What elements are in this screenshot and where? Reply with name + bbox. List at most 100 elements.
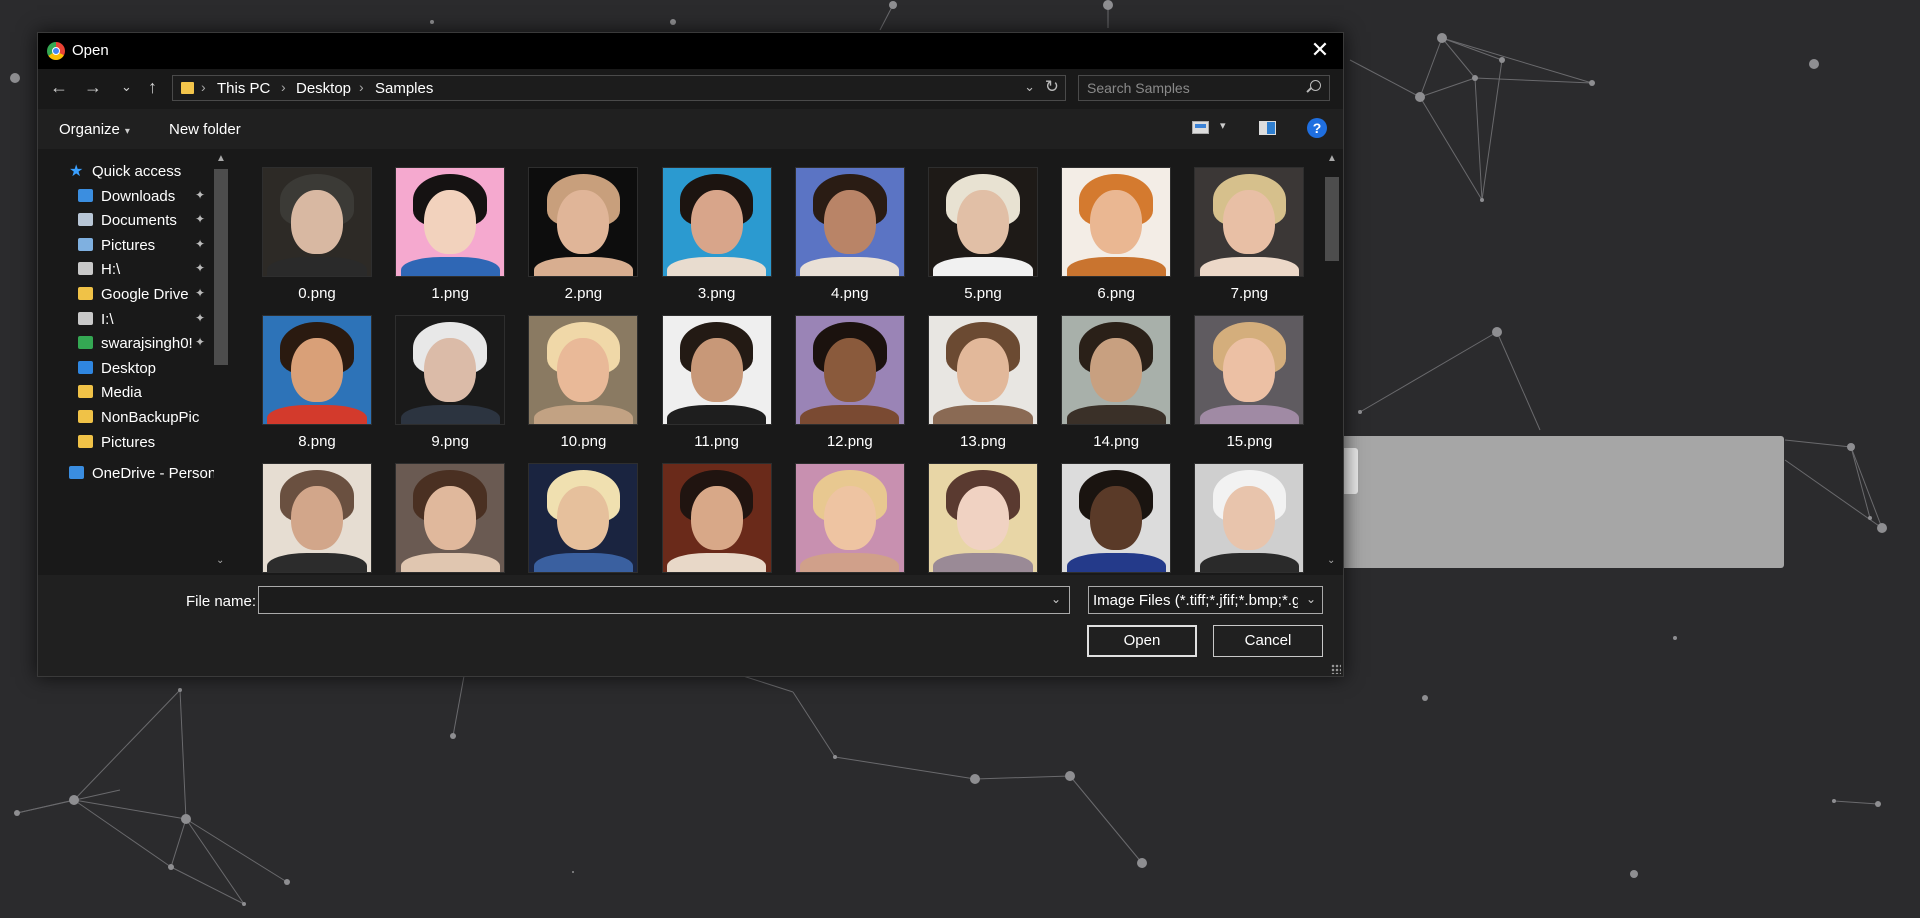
- file-item[interactable]: [1194, 463, 1305, 575]
- sidebar-item[interactable]: Documents ✦: [38, 208, 218, 234]
- file-item[interactable]: 10.png: [528, 315, 639, 457]
- search-icon[interactable]: [1310, 80, 1321, 91]
- file-item[interactable]: 15.png: [1194, 315, 1305, 457]
- portrait-face: [424, 485, 477, 551]
- sidebar-item[interactable]: Downloads ✦: [38, 184, 218, 210]
- change-view-icon[interactable]: [1192, 121, 1209, 134]
- pin-icon[interactable]: ✦: [195, 212, 205, 226]
- portrait-face: [690, 189, 743, 255]
- file-list: ▲ ⌄ 0.png 1.png 2.png 3.png 4.png 5.png 6.png 7…: [232, 149, 1343, 575]
- forward-arrow-icon[interactable]: →: [84, 77, 102, 97]
- help-icon[interactable]: ?: [1307, 118, 1327, 138]
- sidebar-item[interactable]: Media: [38, 380, 218, 406]
- breadcrumb-separator: ›: [201, 79, 206, 95]
- new-folder-button[interactable]: New folder: [169, 121, 241, 138]
- image-thumbnail: [262, 167, 372, 277]
- sidebar-item[interactable]: NonBackupPictu: [38, 405, 218, 431]
- organize-button[interactable]: Organize ▾: [59, 121, 130, 138]
- sidebar-item[interactable]: Google Drive ✦: [38, 282, 218, 308]
- sidebar-item-label: H:\: [101, 261, 121, 279]
- file-item[interactable]: 14.png: [1061, 315, 1172, 457]
- pin-icon[interactable]: ✦: [195, 261, 205, 275]
- pin-icon[interactable]: ✦: [195, 237, 205, 251]
- file-name: 8.png: [298, 433, 336, 450]
- file-item[interactable]: 2.png: [528, 167, 639, 309]
- google-drive-icon: [78, 336, 93, 350]
- network-drive-icon: [78, 262, 93, 276]
- pin-icon[interactable]: ✦: [195, 311, 205, 325]
- address-bar[interactable]: › This PC › Desktop › Samples ⌄ ↻: [172, 75, 1066, 101]
- sidebar-item-label: Pictures: [101, 236, 156, 254]
- sidebar-item-label: I:\: [101, 310, 114, 328]
- breadcrumb-this-pc[interactable]: This PC: [217, 80, 270, 97]
- file-name-input[interactable]: [259, 587, 1051, 613]
- file-item[interactable]: 13.png: [928, 315, 1038, 457]
- file-item[interactable]: 4.png: [794, 167, 905, 309]
- file-item[interactable]: 0.png: [262, 167, 372, 309]
- file-item[interactable]: 8.png: [262, 315, 372, 457]
- pictures-icon: [78, 237, 93, 251]
- file-item[interactable]: [1061, 463, 1172, 575]
- recent-locations-chevron-icon[interactable]: ⌄: [121, 77, 132, 97]
- breadcrumb-samples[interactable]: Samples: [375, 80, 433, 97]
- portrait-shoulders: [933, 404, 1033, 424]
- scroll-down-icon[interactable]: ⌄: [216, 555, 224, 566]
- file-name-dropdown-icon[interactable]: ⌄: [1051, 592, 1061, 606]
- view-options-caret-icon[interactable]: ▾: [1220, 119, 1226, 132]
- file-item[interactable]: [262, 463, 372, 575]
- scroll-down-icon[interactable]: ⌄: [1327, 555, 1335, 566]
- sidebar-item[interactable]: Pictures: [38, 430, 218, 456]
- file-item[interactable]: [661, 463, 772, 575]
- cancel-button[interactable]: Cancel: [1213, 625, 1323, 657]
- file-item[interactable]: 7.png: [1194, 167, 1305, 309]
- portrait-face: [424, 189, 477, 255]
- address-dropdown-icon[interactable]: ⌄: [1024, 79, 1035, 95]
- file-item[interactable]: 1.png: [395, 167, 506, 309]
- file-item[interactable]: [528, 463, 639, 575]
- preview-pane-icon[interactable]: [1259, 121, 1276, 135]
- organize-label: Organize: [59, 121, 120, 138]
- file-name: 14.png: [1093, 433, 1140, 450]
- portrait-face: [557, 337, 610, 403]
- sidebar-item[interactable]: I:\ ✦: [38, 307, 218, 333]
- portrait-face: [1090, 485, 1143, 551]
- file-item[interactable]: [794, 463, 905, 575]
- file-item[interactable]: 12.png: [794, 315, 905, 457]
- breadcrumb-desktop[interactable]: Desktop: [296, 80, 351, 97]
- file-item[interactable]: 6.png: [1061, 167, 1172, 309]
- close-button[interactable]: ✕: [1297, 33, 1343, 69]
- open-button[interactable]: Open: [1087, 625, 1197, 657]
- file-name-label: File name:: [186, 593, 257, 610]
- back-arrow-icon[interactable]: ←: [50, 77, 68, 97]
- sidebar-item[interactable]: ★ Quick access: [38, 159, 218, 185]
- file-item[interactable]: 5.png: [928, 167, 1038, 309]
- network-drive-icon: [78, 311, 93, 325]
- sidebar-item[interactable]: Desktop: [38, 356, 218, 382]
- file-item[interactable]: [395, 463, 506, 575]
- portrait-shoulders: [1199, 552, 1300, 572]
- sidebar-item[interactable]: OneDrive - Person: [38, 461, 218, 487]
- resize-grip-icon[interactable]: [1331, 664, 1341, 674]
- file-item[interactable]: 11.png: [661, 315, 772, 457]
- file-name: 6.png: [1097, 285, 1135, 302]
- pin-icon[interactable]: ✦: [195, 188, 205, 202]
- image-thumbnail: [661, 315, 772, 425]
- pin-icon[interactable]: ✦: [195, 335, 205, 349]
- refresh-icon[interactable]: ↻: [1045, 77, 1059, 97]
- file-list-scrollbar[interactable]: [1325, 177, 1339, 261]
- scroll-up-icon[interactable]: ▲: [1327, 153, 1337, 164]
- file-item[interactable]: 3.png: [661, 167, 772, 309]
- sidebar-item[interactable]: H:\ ✦: [38, 257, 218, 283]
- image-thumbnail: [528, 315, 639, 425]
- up-arrow-icon[interactable]: ↑: [148, 77, 157, 97]
- sidebar-item[interactable]: Pictures ✦: [38, 233, 218, 259]
- file-item[interactable]: [928, 463, 1038, 575]
- file-type-select[interactable]: Image Files (*.tiff;*.jfif;*.bmp;*.g ⌄: [1088, 586, 1323, 614]
- pin-icon[interactable]: ✦: [195, 286, 205, 300]
- file-item[interactable]: 9.png: [395, 315, 506, 457]
- search-input[interactable]: [1079, 76, 1315, 100]
- file-name: 12.png: [826, 433, 873, 450]
- image-thumbnail: [262, 315, 372, 425]
- folder-icon: [78, 385, 93, 399]
- sidebar-item[interactable]: swarajsingh0! ✦: [38, 331, 218, 357]
